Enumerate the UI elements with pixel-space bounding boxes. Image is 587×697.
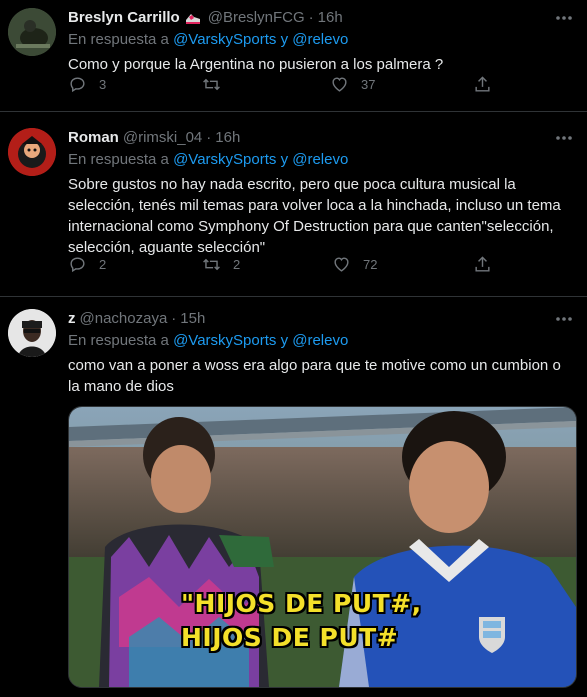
tweet-header: z @nachozaya · 15h <box>68 309 571 329</box>
avatar[interactable] <box>8 309 56 357</box>
reply-context: En respuesta a @VarskySports y @relevo <box>68 331 571 351</box>
reply-join: y <box>280 332 289 349</box>
retweet-button[interactable]: 2 <box>202 254 240 274</box>
like-count: 72 <box>363 256 378 272</box>
share-button[interactable] <box>473 254 492 274</box>
tweet-2[interactable]: Roman @rimski_04 · 16h En respuesta a @V… <box>0 112 587 297</box>
reply-join: y <box>280 151 289 168</box>
reply-icon <box>70 256 85 272</box>
heart-icon <box>334 256 349 272</box>
tweet-1[interactable]: Breslyn Carrillo @BreslynFCG · 16h En re… <box>0 0 587 112</box>
reply-context: En respuesta a @VarskySports y @relevo <box>68 150 571 170</box>
reply-prefix: En respuesta a <box>68 31 169 48</box>
media-caption-line-2: HIJOS DE PUT# <box>181 623 399 652</box>
author-handle[interactable]: @rimski_04 <box>123 128 202 148</box>
retweet-icon <box>203 258 220 270</box>
more-icon[interactable] <box>549 128 579 148</box>
timestamp[interactable]: 15h <box>180 309 205 329</box>
tweet-text: Como y porque la Argentina no pusieron a… <box>68 56 444 73</box>
media-caption: "HIJOS DE PUT#, HIJOS DE PUT# <box>181 587 422 655</box>
reply-prefix: En respuesta a <box>68 332 169 349</box>
reply-prefix: En respuesta a <box>68 151 169 168</box>
retweet-count: 2 <box>233 256 241 272</box>
author-name[interactable]: Roman <box>68 128 119 148</box>
media-caption-line-1: "HIJOS DE PUT#, <box>181 589 422 618</box>
sneaker-emoji-icon <box>184 9 202 27</box>
share-button[interactable] <box>473 74 492 94</box>
share-icon <box>475 255 490 272</box>
tweet-header: Roman @rimski_04 · 16h <box>68 128 571 148</box>
retweet-icon <box>203 78 220 90</box>
tweet-media-image[interactable]: "HIJOS DE PUT#, HIJOS DE PUT# <box>68 406 577 688</box>
like-button[interactable]: 37 <box>330 74 375 94</box>
retweet-button[interactable] <box>202 74 233 94</box>
reply-button[interactable]: 3 <box>68 74 106 94</box>
reply-mention-varskysports[interactable]: @VarskySports <box>173 151 276 168</box>
reply-icon <box>70 76 85 92</box>
share-icon <box>475 75 490 92</box>
separator-dot: · <box>206 129 212 146</box>
reply-join: y <box>280 31 289 48</box>
separator-dot: · <box>171 310 177 327</box>
author-name[interactable]: Breslyn Carrillo <box>68 8 180 28</box>
reply-mention-relevo[interactable]: @relevo <box>292 151 348 168</box>
tweet-header: Breslyn Carrillo @BreslynFCG · 16h <box>68 8 571 28</box>
author-handle[interactable]: @nachozaya <box>80 309 168 329</box>
reply-mention-varskysports[interactable]: @VarskySports <box>173 332 276 349</box>
more-icon[interactable] <box>549 309 579 329</box>
like-count: 37 <box>361 76 376 92</box>
reply-mention-relevo[interactable]: @relevo <box>292 332 348 349</box>
reply-count: 2 <box>99 256 107 272</box>
timestamp[interactable]: 16h <box>318 8 343 28</box>
tweet-text: Sobre gustos no hay nada escrito, pero q… <box>68 176 561 256</box>
author-name[interactable]: z <box>68 309 76 329</box>
avatar[interactable] <box>8 8 56 56</box>
heart-icon <box>332 76 347 92</box>
tweet-text: como van a poner a woss era algo para qu… <box>68 357 561 395</box>
reply-button[interactable]: 2 <box>68 254 106 274</box>
timestamp[interactable]: 16h <box>215 128 240 148</box>
author-handle[interactable]: @BreslynFCG <box>208 8 305 28</box>
reply-context: En respuesta a @VarskySports y @relevo <box>68 30 571 50</box>
avatar[interactable] <box>8 128 56 176</box>
separator-dot: · <box>308 9 314 26</box>
reply-count: 3 <box>99 76 107 92</box>
like-button[interactable]: 72 <box>332 254 377 274</box>
reply-mention-relevo[interactable]: @relevo <box>292 31 348 48</box>
reply-mention-varskysports[interactable]: @VarskySports <box>173 31 276 48</box>
more-icon[interactable] <box>549 8 579 28</box>
